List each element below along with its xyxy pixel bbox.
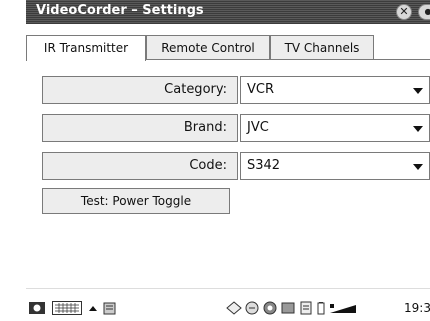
title-bar: VideoCorder – Settings ✕ ● — [26, 0, 430, 24]
code-row: Code: S342 — [42, 152, 430, 182]
brand-label: Brand: — [42, 114, 238, 142]
category-label: Category: — [42, 76, 238, 104]
up-arrow-icon[interactable] — [88, 301, 98, 315]
plugin-icon[interactable] — [244, 301, 260, 315]
diamond-icon[interactable] — [226, 301, 242, 315]
network-icon[interactable] — [262, 301, 278, 315]
code-value: S342 — [247, 158, 280, 173]
close-button[interactable]: ✕ — [396, 4, 412, 20]
close-icon: ✕ — [399, 5, 408, 18]
settings-panel: IR Transmitter Remote Control TV Channel… — [26, 24, 430, 288]
chevron-down-icon — [413, 88, 423, 94]
clock[interactable]: 19:31 — [404, 301, 430, 315]
category-select[interactable]: VCR — [240, 76, 430, 104]
menu-icon[interactable] — [28, 301, 46, 315]
notes-icon[interactable] — [102, 301, 118, 315]
tab-divider — [146, 59, 430, 60]
brand-value: JVC — [247, 120, 269, 135]
clipboard-icon[interactable] — [298, 301, 314, 315]
tab-remote-control[interactable]: Remote Control — [146, 35, 270, 59]
category-value: VCR — [247, 82, 274, 97]
tab-tv-channels[interactable]: TV Channels — [270, 35, 374, 59]
brand-select[interactable]: JVC — [240, 114, 430, 142]
battery-icon[interactable] — [316, 301, 326, 315]
tab-ir-transmitter[interactable]: IR Transmitter — [26, 35, 146, 61]
ok-button[interactable]: ● — [418, 4, 430, 20]
volume-icon[interactable] — [328, 301, 358, 315]
code-label: Code: — [42, 152, 238, 180]
window-title: VideoCorder – Settings — [36, 3, 204, 18]
chevron-down-icon — [413, 164, 423, 170]
storage-icon[interactable] — [280, 301, 296, 315]
category-row: Category: VCR — [42, 76, 430, 106]
chevron-down-icon — [413, 126, 423, 132]
code-select[interactable]: S342 — [240, 152, 430, 180]
status-bar: 19:31 — [26, 288, 430, 321]
ok-icon: ● — [425, 7, 430, 16]
brand-row: Brand: JVC — [42, 114, 430, 144]
test-power-toggle-button[interactable]: Test: Power Toggle — [42, 188, 230, 214]
keyboard-icon[interactable] — [52, 301, 82, 315]
